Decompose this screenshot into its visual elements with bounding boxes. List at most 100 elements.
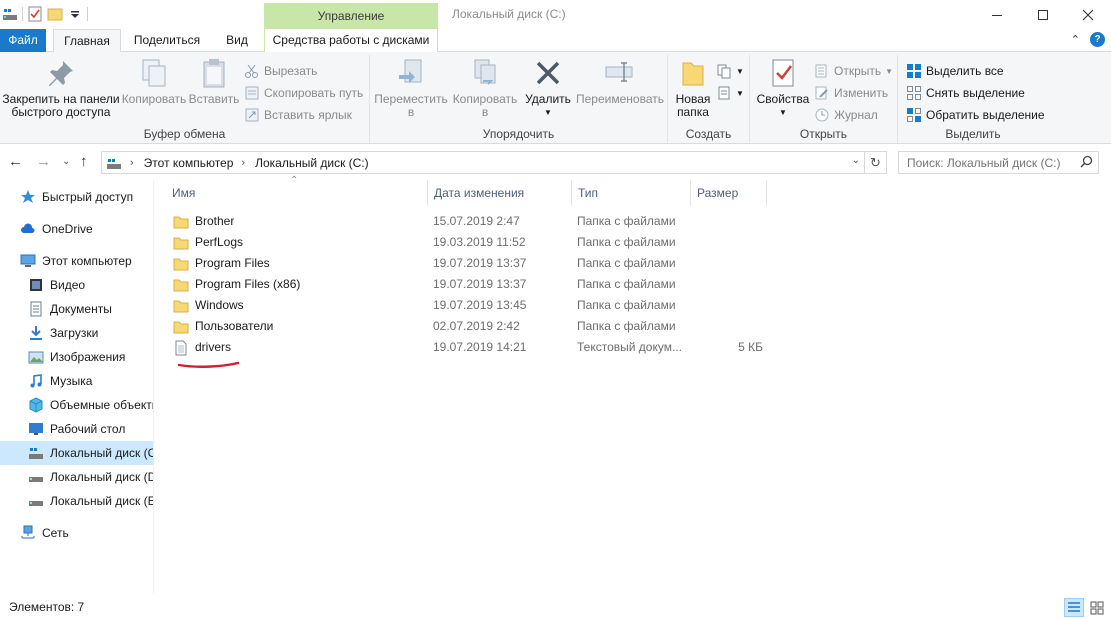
edit-button[interactable]: Изменить xyxy=(814,83,888,103)
file-row[interactable]: drivers 19.07.2019 14:21 Текстовый докум..… xyxy=(166,337,776,358)
group-new: Новая папка ▼ ▼ Создать xyxy=(668,55,750,143)
navpane-item[interactable]: Рабочий стол xyxy=(0,417,153,441)
navpane-item-label: Музыка xyxy=(50,374,93,388)
open-button[interactable]: Открыть ▼ xyxy=(814,61,893,81)
download-icon xyxy=(28,325,44,341)
file-name: Пользователи xyxy=(195,319,274,333)
column-header-name[interactable]: Имя xyxy=(166,180,428,206)
breadcrumb-this-pc[interactable]: Этот компьютер xyxy=(144,156,234,170)
breadcrumb-local-disk-c[interactable]: Локальный диск (C:) xyxy=(255,156,369,170)
file-name-cell: PerfLogs xyxy=(173,232,243,253)
status-bar: Элементов: 7 xyxy=(0,596,1111,619)
invert-selection-button[interactable]: Обратить выделение xyxy=(906,105,1045,125)
file-name: Program Files (x86) xyxy=(195,277,301,291)
paste-shortcut-button[interactable]: Вставить ярлык xyxy=(244,105,352,125)
file-row[interactable]: PerfLogs 19.03.2019 11:52 Папка с файлами xyxy=(166,232,776,253)
drive-window-icon xyxy=(2,6,18,22)
file-name-cell: Windows xyxy=(173,295,244,316)
navpane-item[interactable]: Объемные объекты xyxy=(0,393,153,417)
file-type: Папка с файлами xyxy=(577,298,676,312)
copy-button[interactable]: Копировать xyxy=(120,57,188,106)
file-row[interactable]: Program Files 19.07.2019 13:37 Папка с фай… xyxy=(166,253,776,274)
navpane-item[interactable]: Локальный диск (D:) xyxy=(0,465,153,489)
properties-button[interactable]: Свойства ▼ xyxy=(756,57,810,119)
navpane-item[interactable]: Сеть xyxy=(0,521,153,545)
copy-to-button[interactable]: Копировать в xyxy=(448,57,522,119)
navpane-item[interactable]: Документы xyxy=(0,297,153,321)
file-row[interactable]: Windows 19.07.2019 13:45 Папка с файлами xyxy=(166,295,776,316)
move-to-icon xyxy=(395,57,427,89)
pane-divider[interactable] xyxy=(153,180,154,593)
annotation-underline xyxy=(177,361,240,368)
refresh-button[interactable]: ↻ xyxy=(865,151,887,174)
contextual-tab-group-header: Управление xyxy=(264,3,438,29)
file-size xyxy=(696,253,763,274)
navpane-item[interactable]: Локальный диск (C:) xyxy=(0,441,153,465)
easy-access-icon xyxy=(716,85,732,101)
navpane-item[interactable]: OneDrive xyxy=(0,217,153,241)
navpane-item[interactable]: Этот компьютер xyxy=(0,249,153,273)
file-type: Папка с файлами xyxy=(577,277,676,291)
file-row[interactable]: Brother 15.07.2019 2:47 Папка с файлами xyxy=(166,211,776,232)
file-type: Папка с файлами xyxy=(577,235,676,249)
up-arrow-icon[interactable]: ↑ xyxy=(80,153,88,170)
address-bar[interactable]: › Этот компьютер › Локальный диск (C:) ⌄ xyxy=(101,151,865,174)
maximize-button[interactable] xyxy=(1020,0,1066,29)
breadcrumb-separator-icon[interactable]: › xyxy=(130,157,134,169)
rename-button[interactable]: Переименовать xyxy=(574,57,666,106)
cut-button[interactable]: Вырезать xyxy=(244,61,317,81)
file-date: 19.07.2019 13:45 xyxy=(433,298,527,312)
address-dropdown-icon[interactable]: ⌄ xyxy=(852,155,860,166)
new-folder-qat-icon[interactable] xyxy=(47,6,63,22)
column-header-type[interactable]: Тип xyxy=(572,180,691,206)
tab-drive-tools[interactable]: Средства работы с дисками xyxy=(264,29,438,52)
properties-qat-icon[interactable] xyxy=(27,6,43,22)
navpane-item[interactable]: Музыка xyxy=(0,369,153,393)
properties-icon xyxy=(767,57,799,89)
new-folder-button[interactable]: Новая папка xyxy=(672,57,714,119)
file-row[interactable]: Пользователи 02.07.2019 2:42 Папка с файла… xyxy=(166,316,776,337)
minimize-button[interactable] xyxy=(974,0,1020,29)
forward-arrow-icon[interactable]: → xyxy=(36,153,51,170)
new-item-button[interactable]: ▼ xyxy=(716,61,744,81)
navpane-item[interactable]: Видео xyxy=(0,273,153,297)
paste-icon xyxy=(198,57,230,89)
search-input[interactable] xyxy=(907,155,1077,170)
recent-locations-chevron-icon[interactable]: ⌄ xyxy=(62,156,70,167)
move-to-button[interactable]: Переместить в xyxy=(374,57,448,119)
easy-access-button[interactable]: ▼ xyxy=(716,83,744,103)
navpane-item[interactable]: Локальный диск (E:) xyxy=(0,489,153,513)
customize-qat-icon[interactable] xyxy=(67,6,83,22)
tab-view[interactable]: Вид xyxy=(218,29,256,52)
tab-file[interactable]: Файл xyxy=(0,29,46,52)
help-icon[interactable]: ? xyxy=(1090,32,1105,47)
delete-button[interactable]: Удалить ▼ xyxy=(523,57,573,119)
history-button[interactable]: Журнал xyxy=(814,105,878,125)
navpane-item[interactable]: Изображения xyxy=(0,345,153,369)
copy-path-button[interactable]: Скопировать путь xyxy=(244,83,363,103)
back-arrow-icon[interactable]: ← xyxy=(8,153,23,170)
pin-quick-access-button[interactable]: Закрепить на панели быстрого доступа xyxy=(2,57,120,119)
column-header-date[interactable]: Дата изменения xyxy=(428,180,572,206)
search-box[interactable] xyxy=(898,151,1099,174)
minimize-icon xyxy=(992,14,1002,16)
tab-share[interactable]: Поделиться xyxy=(128,29,206,52)
collapse-ribbon-icon[interactable]: ⌃ xyxy=(1071,33,1080,46)
select-all-icon xyxy=(906,63,922,79)
scissors-icon xyxy=(244,63,260,79)
select-all-button[interactable]: Выделить все xyxy=(906,61,1004,81)
navpane-item[interactable]: Загрузки xyxy=(0,321,153,345)
quick-access-toolbar xyxy=(2,4,88,24)
paste-button[interactable]: Вставить xyxy=(188,57,240,106)
tab-home[interactable]: Главная xyxy=(53,29,121,53)
large-icons-view-button[interactable] xyxy=(1087,598,1107,617)
close-button[interactable] xyxy=(1065,0,1111,29)
breadcrumb-separator-icon[interactable]: › xyxy=(241,157,245,169)
details-view-button[interactable] xyxy=(1064,598,1084,617)
file-row[interactable]: Program Files (x86) 19.07.2019 13:37 Папка… xyxy=(166,274,776,295)
column-header-size[interactable]: Размер xyxy=(691,180,767,206)
file-name: PerfLogs xyxy=(195,235,244,249)
file-name-cell: drivers xyxy=(173,337,231,358)
navpane-item[interactable]: Быстрый доступ xyxy=(0,185,153,209)
select-none-button[interactable]: Снять выделение xyxy=(906,83,1025,103)
